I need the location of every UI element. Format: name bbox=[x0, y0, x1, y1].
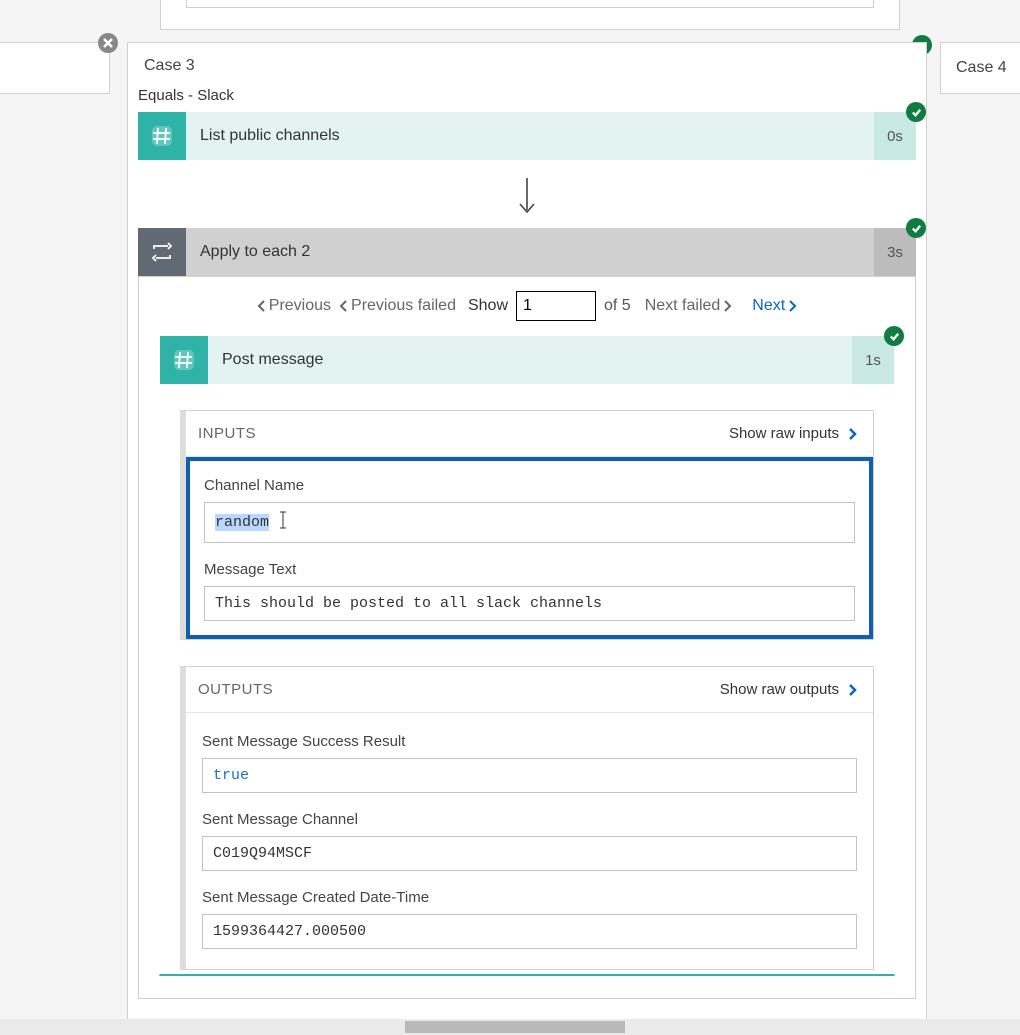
action-title: Apply to each 2 bbox=[200, 243, 310, 261]
slack-hash-icon bbox=[160, 336, 208, 384]
pager-input[interactable] bbox=[516, 291, 596, 321]
case-subtitle: Equals - Slack bbox=[128, 87, 926, 112]
action-post-message[interactable]: Post message 1s bbox=[160, 336, 894, 384]
scrollbar-thumb[interactable] bbox=[405, 1021, 625, 1033]
message-text-value[interactable]: This should be posted to all slack chann… bbox=[204, 586, 855, 621]
outputs-panel: OUTPUTS Show raw outputs Sent Message Su… bbox=[180, 666, 874, 970]
output-field-value[interactable]: 1599364427.000500 bbox=[202, 914, 857, 949]
next-case-card[interactable]: Case 4 bbox=[940, 42, 1020, 94]
pager-show-label: Show bbox=[468, 297, 508, 315]
inputs-title: INPUTS bbox=[198, 425, 256, 442]
loop-icon bbox=[138, 228, 186, 276]
output-field-label: Sent Message Created Date-Time bbox=[202, 889, 857, 906]
case-title: Case 3 bbox=[128, 43, 926, 87]
partial-card-top bbox=[160, 0, 900, 30]
close-icon[interactable] bbox=[98, 33, 118, 53]
inputs-highlight: Channel Name random Message Text This sh… bbox=[186, 457, 873, 639]
success-check-icon bbox=[906, 218, 926, 238]
output-field-label: Sent Message Success Result bbox=[202, 733, 857, 750]
pager-next-failed[interactable]: Next failed bbox=[645, 297, 733, 315]
success-check-icon bbox=[906, 102, 926, 122]
action-title: List public channels bbox=[200, 127, 340, 145]
action-list-channels[interactable]: List public channels 0s bbox=[138, 112, 916, 160]
case-card: Case 3 Equals - Slack List public channe… bbox=[127, 42, 927, 1020]
message-text-label: Message Text bbox=[204, 561, 855, 578]
action-apply-to-each[interactable]: Apply to each 2 3s bbox=[138, 228, 916, 276]
arrow-down-icon bbox=[128, 160, 926, 228]
show-raw-inputs[interactable]: Show raw inputs bbox=[729, 425, 857, 442]
output-field-value[interactable]: true bbox=[202, 758, 857, 793]
horizontal-scrollbar[interactable] bbox=[0, 1019, 1020, 1035]
prev-case-card[interactable] bbox=[0, 42, 110, 94]
slack-hash-icon bbox=[138, 112, 186, 160]
text-cursor-icon bbox=[279, 511, 287, 534]
pager-next[interactable]: Next bbox=[752, 297, 797, 315]
loop-body: Previous Previous failed Show of 5 Next … bbox=[138, 276, 916, 999]
channel-name-value[interactable]: random bbox=[204, 502, 855, 543]
outputs-title: OUTPUTS bbox=[198, 681, 273, 698]
output-field-label: Sent Message Channel bbox=[202, 811, 857, 828]
output-field-value[interactable]: C019Q94MSCF bbox=[202, 836, 857, 871]
channel-name-label: Channel Name bbox=[204, 477, 855, 494]
pager-previous[interactable]: Previous bbox=[257, 297, 331, 315]
show-raw-outputs[interactable]: Show raw outputs bbox=[720, 681, 857, 698]
pager-of-text: of 5 bbox=[604, 297, 631, 315]
pager-previous-failed[interactable]: Previous failed bbox=[339, 297, 456, 315]
success-check-icon bbox=[884, 326, 904, 346]
post-message-card: Post message 1s INPUTS Show raw inputs bbox=[159, 335, 895, 976]
case-right-title: Case 4 bbox=[956, 59, 1007, 77]
action-title: Post message bbox=[222, 351, 323, 369]
inputs-panel: INPUTS Show raw inputs Channel Name rand… bbox=[180, 410, 874, 640]
pager: Previous Previous failed Show of 5 Next … bbox=[139, 277, 915, 335]
